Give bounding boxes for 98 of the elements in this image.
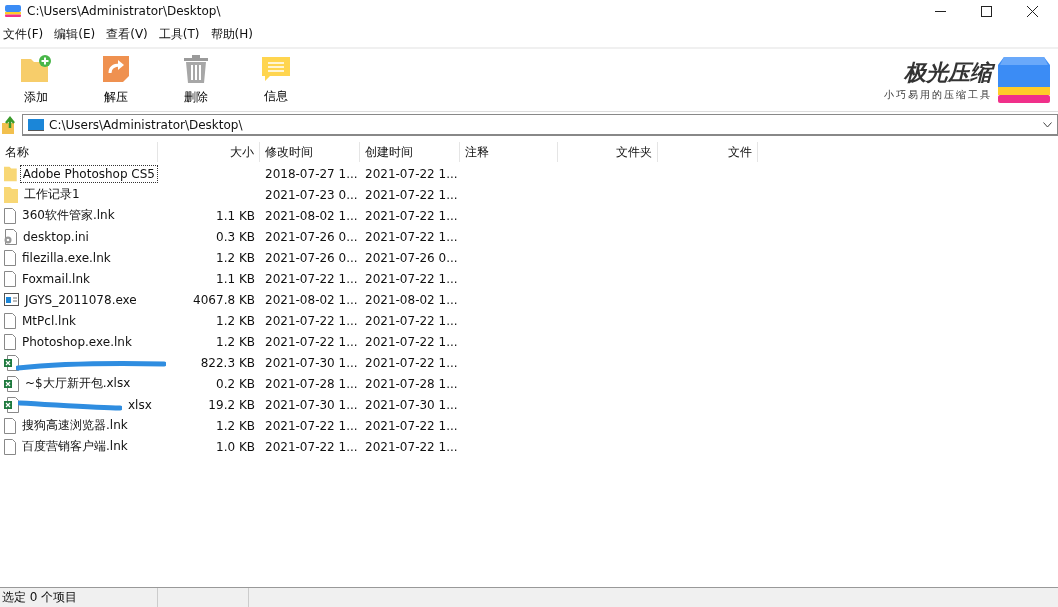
modified-cell-text: 2021-07-28 1... xyxy=(264,376,359,391)
file-name[interactable]: 工作记录1 xyxy=(21,184,83,205)
created-cell-text: 2021-07-22 1... xyxy=(364,187,459,202)
modified-cell-text: 2021-07-22 1... xyxy=(264,271,359,286)
app-logo-icon xyxy=(5,5,21,17)
file-name[interactable]: 搜狗高速浏览器.lnk xyxy=(19,415,131,436)
created-cell-text: 2021-07-30 1... xyxy=(364,397,459,412)
dropdown-icon[interactable] xyxy=(1043,121,1052,128)
folder-icon xyxy=(4,165,17,182)
menu-item[interactable]: 文件(F) xyxy=(3,26,44,43)
arrow-icon xyxy=(102,54,130,83)
file-name[interactable]: ~$大厅新开包.xlsx xyxy=(22,373,134,394)
spreadsheet-icon xyxy=(4,354,19,371)
size-cell-text: 1.2 KB xyxy=(215,418,256,433)
created-cell-text: 2021-07-22 1... xyxy=(364,418,459,433)
file-name[interactable]: 360软件管家.lnk xyxy=(19,205,118,226)
file-name[interactable]: MtPcl.lnk xyxy=(19,311,79,330)
column-header[interactable]: 文件 xyxy=(658,142,758,162)
created-cell-text: 2021-07-28 1... xyxy=(364,376,459,391)
app-logo-icon xyxy=(998,57,1050,103)
maximize-icon[interactable] xyxy=(981,5,992,17)
file-icon xyxy=(4,417,16,434)
status-text: 选定 0 个项目 xyxy=(1,589,79,606)
computer-icon xyxy=(28,118,44,131)
size-cell-text: 4067.8 KB xyxy=(192,292,256,307)
created-cell-text: 2021-08-02 1... xyxy=(364,292,459,307)
spreadsheet-icon xyxy=(4,396,19,413)
menu-item[interactable]: 编辑(E) xyxy=(54,26,96,43)
modified-cell-text: 2021-07-30 1... xyxy=(264,355,359,370)
folder-icon xyxy=(4,186,18,203)
modified-cell-text: 2021-07-23 0... xyxy=(264,187,359,202)
created-cell-text: 2021-07-22 1... xyxy=(364,334,459,349)
file-icon xyxy=(4,207,16,224)
menu-item[interactable]: 查看(V) xyxy=(106,26,148,43)
modified-cell-text: 2021-07-22 1... xyxy=(264,334,359,349)
file-icon xyxy=(4,270,16,287)
created-cell-text: 2021-07-22 1... xyxy=(364,313,459,328)
size-cell-text: 0.2 KB xyxy=(215,376,256,391)
file-name[interactable]: JGYS_2011078.exe xyxy=(22,290,140,309)
size-cell-text: 1.2 KB xyxy=(215,250,256,265)
created-cell-text: 2021-07-22 1... xyxy=(364,439,459,454)
file-icon xyxy=(4,249,16,266)
created-cell-text: 2021-07-26 0... xyxy=(364,250,459,265)
close-icon[interactable] xyxy=(1027,5,1038,17)
file-name[interactable]: Foxmail.lnk xyxy=(19,269,93,288)
modified-cell-text: 2021-07-30 1... xyxy=(264,397,359,412)
size-cell-text: 822.3 KB xyxy=(199,355,256,370)
file-name[interactable]: desktop.ini xyxy=(20,227,92,246)
program-icon xyxy=(4,293,19,306)
brand-slogan: 小巧易用的压缩工具 xyxy=(884,88,992,102)
modified-cell-text: 2021-08-02 1... xyxy=(264,208,359,223)
file-icon xyxy=(4,312,16,329)
file-name[interactable]: Photoshop.exe.lnk xyxy=(19,332,135,351)
column-header[interactable]: 修改时间 xyxy=(260,142,360,162)
menu-item[interactable]: 工具(T) xyxy=(158,26,200,43)
created-cell-text: 2021-07-22 1... xyxy=(364,166,459,181)
gear-file-icon xyxy=(4,228,17,245)
size-cell-text: 1.2 KB xyxy=(215,313,256,328)
size-cell-text: 1.1 KB xyxy=(215,208,256,223)
toolbar-button[interactable]: 添加 xyxy=(16,54,56,106)
size-cell-text: 0.3 KB xyxy=(215,229,256,244)
modified-cell-text: 2018-07-27 1... xyxy=(264,166,359,181)
address-field[interactable]: C:\Users\Administrator\Desktop\ xyxy=(22,114,1058,136)
file-name[interactable]: xlsx xyxy=(125,395,155,414)
file-name[interactable]: Adobe Photoshop CS5 xyxy=(19,164,158,183)
spreadsheet-icon xyxy=(4,375,19,392)
modified-cell-text: 2021-07-22 1... xyxy=(264,418,359,433)
created-cell-text: 2021-07-22 1... xyxy=(364,355,459,370)
column-header[interactable]: 文件夹 xyxy=(558,142,658,162)
menu-item[interactable]: 帮助(H) xyxy=(210,26,253,43)
window-title: C:\Users\Administrator\Desktop\ xyxy=(27,4,221,18)
modified-cell-text: 2021-07-22 1... xyxy=(264,439,359,454)
column-header[interactable]: 创建时间 xyxy=(360,142,460,162)
file-name[interactable]: filezilla.exe.lnk xyxy=(19,248,114,267)
size-cell-text: 19.2 KB xyxy=(207,397,256,412)
created-cell-text: 2021-07-22 1... xyxy=(364,208,459,223)
up-folder-icon[interactable] xyxy=(2,116,18,134)
trash-icon xyxy=(183,54,209,83)
created-cell-text: 2021-07-22 1... xyxy=(364,229,459,244)
message-icon xyxy=(261,55,291,82)
modified-cell-text: 2021-08-02 1... xyxy=(264,292,359,307)
toolbar-button[interactable]: 删除 xyxy=(176,54,216,106)
column-header[interactable]: 名称 xyxy=(0,142,158,162)
size-cell-text: 1.2 KB xyxy=(215,334,256,349)
toolbar-button[interactable]: 信息 xyxy=(256,55,296,105)
modified-cell-text: 2021-07-26 0... xyxy=(264,250,359,265)
size-cell-text: 1.1 KB xyxy=(215,271,256,286)
column-header[interactable]: 大小 xyxy=(158,142,260,162)
file-icon xyxy=(4,333,16,350)
created-cell-text: 2021-07-22 1... xyxy=(364,271,459,286)
file-icon xyxy=(4,438,16,455)
folder-plus-icon xyxy=(20,54,52,83)
size-cell-text: 1.0 KB xyxy=(215,439,256,454)
column-header[interactable]: 注释 xyxy=(460,142,558,162)
modified-cell-text: 2021-07-26 0... xyxy=(264,229,359,244)
file-name[interactable]: 百度营销客户端.lnk xyxy=(19,436,131,457)
toolbar-button[interactable]: 解压 xyxy=(96,54,136,106)
modified-cell-text: 2021-07-22 1... xyxy=(264,313,359,328)
